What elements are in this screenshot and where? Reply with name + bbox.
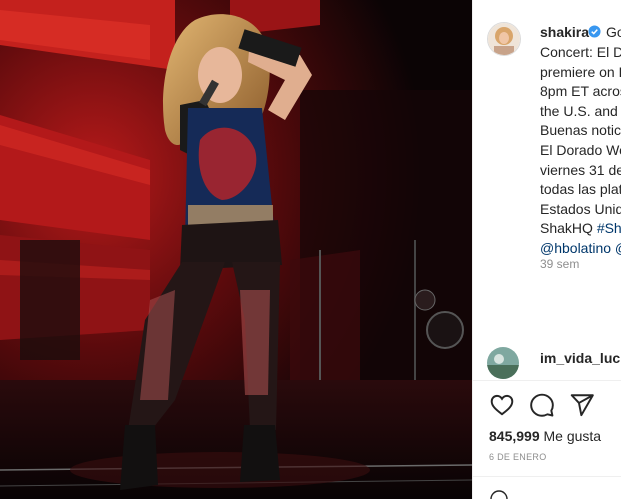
caption-line: El Dorado Wo	[540, 141, 621, 158]
share-icon[interactable]	[569, 392, 595, 418]
likes-count[interactable]: 845,999 Me gusta	[489, 428, 601, 444]
comment-icon[interactable]	[529, 392, 555, 418]
concert-photo-illustration	[0, 0, 472, 499]
heart-icon[interactable]	[489, 392, 515, 418]
post-photo[interactable]	[0, 0, 472, 499]
post-caption: Concert: El Do premiere on F 8pm ET acro…	[540, 43, 621, 259]
post-date: 6 DE ENERO	[489, 452, 547, 462]
caption-line: 8pm ET acros	[540, 83, 621, 100]
divider	[473, 476, 621, 477]
author-avatar[interactable]	[487, 22, 521, 56]
caption-line: viernes 31 de	[540, 161, 621, 178]
caption-line-with-hashtag: ShakHQ #Sha	[540, 219, 621, 239]
caption-line: Estados Unido	[540, 200, 621, 217]
post-time-ago[interactable]: 39 sem	[540, 257, 579, 271]
caption-line: the U.S. and L	[540, 102, 621, 119]
verified-badge-icon	[588, 25, 601, 38]
emoji-icon[interactable]	[489, 488, 509, 499]
caption-line: todas las plat	[540, 181, 621, 198]
caption-line: Concert: El Do	[540, 44, 621, 60]
likes-number: 845,999	[489, 428, 540, 444]
caption-line: premiere on F	[540, 63, 621, 80]
hashtag-link[interactable]: #Sha	[597, 220, 621, 236]
post-sidebar: shakira Go Concert: El Do premiere on F …	[472, 0, 621, 499]
author-username[interactable]: shakira	[540, 24, 589, 40]
commenter-username[interactable]: im_vida_lucia	[540, 350, 621, 366]
avatar-image	[487, 347, 519, 379]
divider	[473, 380, 621, 381]
commenter-avatar[interactable]	[487, 347, 519, 379]
caption-text: ShakHQ	[540, 220, 597, 237]
avatar-image	[488, 23, 520, 55]
caption-line: Buenas noticia	[540, 122, 621, 139]
follow-button[interactable]: Go	[606, 24, 621, 40]
likes-unit: Me gusta	[543, 428, 602, 444]
mention-link[interactable]: @hbolatino @	[540, 239, 621, 259]
